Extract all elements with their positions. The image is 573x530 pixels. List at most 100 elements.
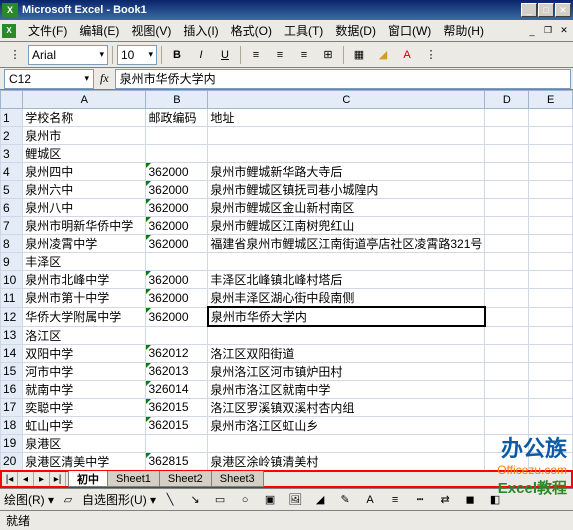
- line-style-button[interactable]: ≡: [384, 489, 406, 511]
- font-color-button[interactable]: A: [359, 489, 381, 511]
- cell[interactable]: 洛江区双阳街道: [208, 344, 485, 362]
- cell[interactable]: [485, 145, 529, 163]
- cell[interactable]: [485, 181, 529, 199]
- cell[interactable]: [485, 307, 529, 326]
- sheet-tab[interactable]: Sheet1: [107, 471, 160, 487]
- cell[interactable]: [485, 452, 529, 470]
- cell[interactable]: [529, 307, 573, 326]
- cell[interactable]: 泉州市北峰中学: [23, 271, 146, 289]
- cell[interactable]: 362013: [146, 362, 208, 380]
- select-objects-button[interactable]: ▱: [57, 489, 79, 511]
- select-all-corner[interactable]: [1, 91, 23, 109]
- cell[interactable]: [529, 199, 573, 217]
- fx-icon[interactable]: fx: [94, 71, 115, 86]
- bold-button[interactable]: B: [166, 44, 188, 66]
- sheet-tab[interactable]: Sheet3: [211, 471, 264, 487]
- cell[interactable]: [146, 127, 208, 145]
- cell[interactable]: 泉州市: [23, 127, 146, 145]
- align-center-button[interactable]: ≡: [269, 44, 291, 66]
- cell[interactable]: 华侨大学附属中学: [23, 307, 146, 326]
- worksheet-grid[interactable]: ABCDE 1学校名称邮政编码地址2泉州市3鲤城区4泉州四中362000泉州市鲤…: [0, 90, 573, 470]
- row-header[interactable]: 19: [1, 434, 23, 452]
- cell[interactable]: [208, 253, 485, 271]
- cell[interactable]: [529, 271, 573, 289]
- doc-close-button[interactable]: ✕: [557, 25, 571, 37]
- menu-insert[interactable]: 插入(I): [177, 20, 224, 41]
- cell[interactable]: 洛江区罗溪镇双溪村杏内组: [208, 398, 485, 416]
- column-header[interactable]: B: [146, 91, 208, 109]
- cell[interactable]: 泉州四中: [23, 163, 146, 181]
- cell[interactable]: [485, 163, 529, 181]
- cell[interactable]: [146, 145, 208, 163]
- cell[interactable]: [529, 452, 573, 470]
- tab-nav-first-button[interactable]: |◂: [2, 472, 18, 486]
- cell[interactable]: 362015: [146, 416, 208, 434]
- insert-picture-button[interactable]: 🖼: [284, 489, 306, 511]
- cell[interactable]: 362000: [146, 307, 208, 326]
- cell[interactable]: [485, 199, 529, 217]
- cell[interactable]: [529, 326, 573, 344]
- cell[interactable]: [529, 181, 573, 199]
- row-header[interactable]: 8: [1, 235, 23, 253]
- row-header[interactable]: 5: [1, 181, 23, 199]
- doc-minimize-button[interactable]: _: [525, 25, 539, 37]
- cell[interactable]: 虹山中学: [23, 416, 146, 434]
- cell[interactable]: 泉州市鲤城区镇抚司巷小城隍内: [208, 181, 485, 199]
- cell[interactable]: [529, 253, 573, 271]
- cell[interactable]: 福建省泉州市鲤城区江南街道亭店社区凌霄路321号: [208, 235, 485, 253]
- cell[interactable]: 泉州市鲤城区江南树兜红山: [208, 217, 485, 235]
- row-header[interactable]: 15: [1, 362, 23, 380]
- row-header[interactable]: 16: [1, 380, 23, 398]
- fill-color-button[interactable]: ◢: [309, 489, 331, 511]
- cell[interactable]: 362000: [146, 235, 208, 253]
- tab-nav-next-button[interactable]: ▸: [34, 472, 50, 486]
- font-size-select[interactable]: 10▾: [117, 45, 157, 65]
- cell[interactable]: 鲤城区: [23, 145, 146, 163]
- formula-bar[interactable]: 泉州市华侨大学内: [115, 69, 571, 89]
- row-header[interactable]: 9: [1, 253, 23, 271]
- cell[interactable]: [529, 163, 573, 181]
- menu-window[interactable]: 窗口(W): [382, 20, 437, 41]
- dash-style-button[interactable]: ┅: [409, 489, 431, 511]
- row-header[interactable]: 17: [1, 398, 23, 416]
- cell[interactable]: 泉州丰泽区湖心街中段南侧: [208, 289, 485, 308]
- cell[interactable]: 地址: [208, 109, 485, 127]
- font-name-select[interactable]: Arial▾: [28, 45, 108, 65]
- line-button[interactable]: ╲: [159, 489, 181, 511]
- arrow-button[interactable]: ↘: [184, 489, 206, 511]
- row-header[interactable]: 12: [1, 307, 23, 326]
- cell[interactable]: [146, 434, 208, 452]
- menu-view[interactable]: 视图(V): [125, 20, 177, 41]
- cell[interactable]: 泉州市鲤城新华路大寺后: [208, 163, 485, 181]
- align-right-button[interactable]: ≡: [293, 44, 315, 66]
- cell[interactable]: [485, 326, 529, 344]
- cell[interactable]: [208, 145, 485, 163]
- menu-help[interactable]: 帮助(H): [437, 20, 490, 41]
- name-box[interactable]: C12▾: [4, 69, 94, 89]
- cell[interactable]: 学校名称: [23, 109, 146, 127]
- column-header[interactable]: E: [529, 91, 573, 109]
- cell[interactable]: 河市中学: [23, 362, 146, 380]
- cell[interactable]: [485, 416, 529, 434]
- 3d-button[interactable]: ◧: [484, 489, 506, 511]
- line-color-button[interactable]: ✎: [334, 489, 356, 511]
- cell[interactable]: [146, 253, 208, 271]
- cell[interactable]: 362815: [146, 452, 208, 470]
- cell[interactable]: [485, 109, 529, 127]
- align-left-button[interactable]: ≡: [245, 44, 267, 66]
- row-header[interactable]: 14: [1, 344, 23, 362]
- cell[interactable]: 362000: [146, 271, 208, 289]
- cell[interactable]: [485, 253, 529, 271]
- cell[interactable]: 邮政编码: [146, 109, 208, 127]
- row-header[interactable]: 4: [1, 163, 23, 181]
- cell[interactable]: [485, 434, 529, 452]
- cell[interactable]: 泉州市鲤城区金山新村南区: [208, 199, 485, 217]
- cell[interactable]: [208, 326, 485, 344]
- doc-restore-button[interactable]: ❐: [541, 25, 555, 37]
- row-header[interactable]: 6: [1, 199, 23, 217]
- row-header[interactable]: 2: [1, 127, 23, 145]
- cell[interactable]: 泉州市明新华侨中学: [23, 217, 146, 235]
- cell[interactable]: [208, 127, 485, 145]
- close-button[interactable]: ✕: [555, 3, 571, 17]
- cell[interactable]: [529, 109, 573, 127]
